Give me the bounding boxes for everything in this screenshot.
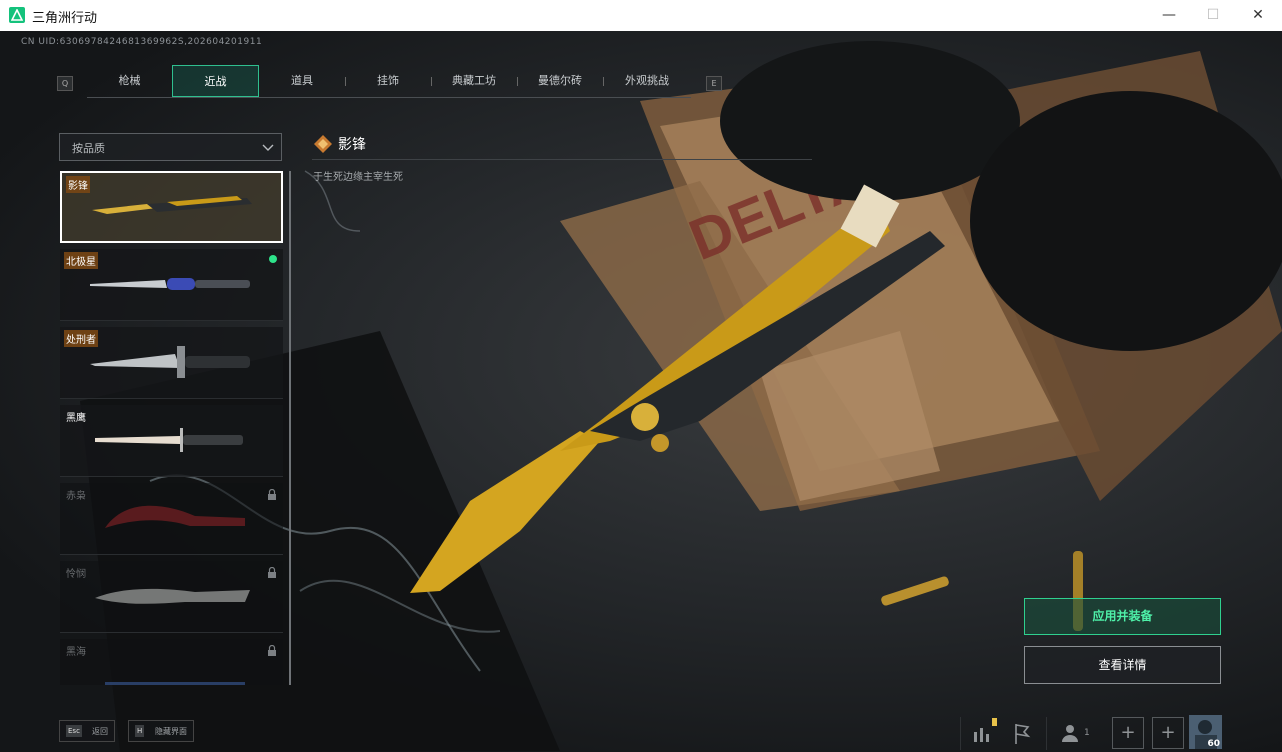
tab-appearance-challenge[interactable]: 外观挑战: [603, 65, 691, 97]
detail-divider: [312, 159, 812, 160]
knife-thumbnail: [95, 428, 243, 452]
list-item-yingfeng[interactable]: 影锋: [60, 171, 283, 243]
list-item-lianmin[interactable]: 怜悯: [60, 561, 283, 633]
lock-icon: [268, 645, 276, 656]
window-title: 三角洲行动: [32, 11, 98, 26]
sort-dropdown[interactable]: 按品质: [59, 133, 282, 161]
stats-chart-icon[interactable]: [966, 718, 998, 748]
knife-thumbnail: [95, 588, 250, 604]
esc-key-hint: Esc: [66, 725, 82, 737]
close-button[interactable]: ✕: [1235, 0, 1281, 31]
chevron-down-icon: [262, 144, 274, 151]
list-item-blackhawk[interactable]: 黑鹰: [60, 405, 283, 477]
tab-mandel-brick[interactable]: 曼德尔砖: [517, 65, 603, 97]
tab-firearms[interactable]: 枪械: [87, 65, 172, 97]
tab-collection-workshop[interactable]: 典藏工坊: [431, 65, 517, 97]
player-level: 60: [1207, 739, 1220, 749]
knife-thumbnail: [90, 278, 250, 290]
lock-icon: [268, 567, 276, 578]
tab-prev-key[interactable]: Q: [57, 76, 73, 91]
tab-melee[interactable]: 近战: [172, 65, 259, 97]
tab-charms[interactable]: 挂饰: [345, 65, 431, 97]
tab-items[interactable]: 道具: [259, 65, 345, 97]
add-teammate-button-2[interactable]: +: [1152, 717, 1184, 749]
minimize-button[interactable]: —: [1146, 0, 1192, 31]
equipped-indicator-icon: [269, 255, 277, 263]
list-item-heihai[interactable]: 黑海: [60, 639, 283, 685]
list-scrollbar[interactable]: [289, 171, 291, 685]
back-label: 返回: [92, 727, 108, 736]
knife-list: 影锋 北极星 处刑者 黑鹰 赤枭 怜悯 黑海: [60, 171, 283, 685]
bottom-divider: [960, 717, 961, 750]
player-uid: CN UID:6306978424681369962S,202604201911: [21, 37, 263, 47]
bottom-bar: Esc 返回 H 隐藏界面 1 + + 60: [0, 715, 1282, 752]
apply-and-equip-button[interactable]: 应用并装备: [1024, 598, 1221, 635]
hide-ui-label: 隐藏界面: [155, 727, 187, 736]
tab-next-key[interactable]: E: [706, 76, 722, 91]
list-item-executioner[interactable]: 处刑者: [60, 327, 283, 399]
h-key-hint: H: [135, 725, 145, 737]
knife-thumbnail: [105, 505, 245, 528]
lock-icon: [268, 489, 276, 500]
add-teammate-button[interactable]: +: [1112, 717, 1144, 749]
friend-count: 1: [1084, 728, 1090, 738]
knife-thumbnail: [92, 196, 252, 214]
player-avatar[interactable]: 60: [1189, 715, 1222, 749]
sort-label: 按品质: [72, 142, 105, 155]
app-logo-icon: [9, 7, 25, 23]
list-item-polaris[interactable]: 北极星: [60, 249, 283, 321]
window-titlebar: 三角洲行动 — ☐ ✕: [0, 0, 1282, 32]
flag-icon[interactable]: [1006, 718, 1038, 748]
hide-ui-button[interactable]: H 隐藏界面: [128, 720, 194, 742]
view-details-button[interactable]: 查看详情: [1024, 646, 1221, 684]
bottom-divider: [1046, 717, 1047, 750]
quality-diamond-icon: [314, 135, 332, 153]
back-button[interactable]: Esc 返回: [59, 720, 115, 742]
list-item-chixiao[interactable]: 赤枭: [60, 483, 283, 555]
knife-thumbnail: [105, 682, 245, 685]
selected-item-name: 影锋: [338, 137, 366, 153]
selected-item-description: 于生死边缘主宰生死: [313, 172, 403, 183]
game-viewport: DELTA CN UID:6306978424681369962S,202604…: [0, 31, 1282, 752]
knife-thumbnail: [90, 346, 250, 378]
maximize-button[interactable]: ☐: [1190, 0, 1236, 31]
